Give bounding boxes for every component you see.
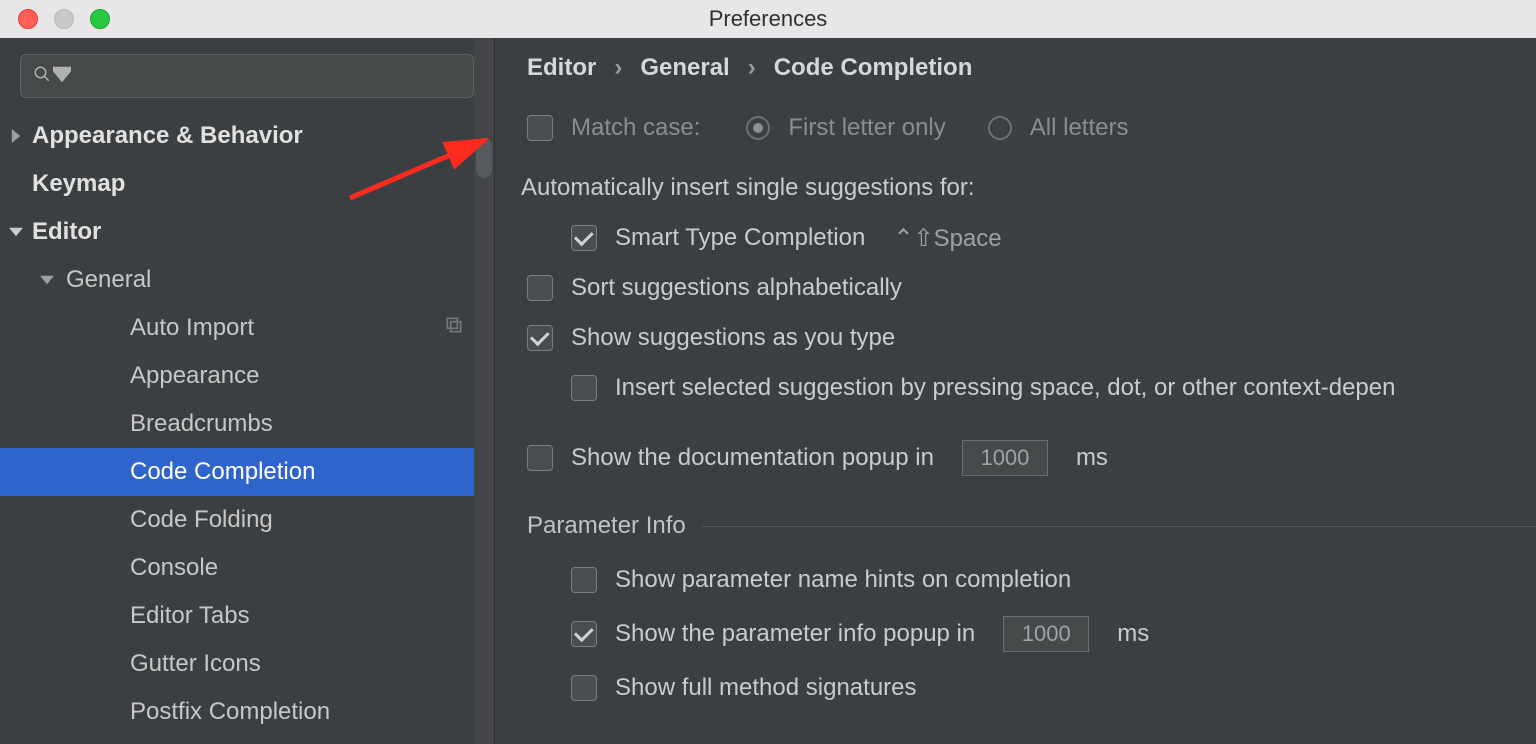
sort-alpha-checkbox[interactable]: [527, 275, 553, 301]
all-letters-radio[interactable]: [988, 116, 1012, 140]
param-popup-checkbox[interactable]: [571, 621, 597, 647]
tree-item-breadcrumbs[interactable]: Breadcrumbs: [0, 400, 494, 448]
tree-label: Breadcrumbs: [130, 410, 273, 438]
option-sort-alpha: Sort suggestions alphabetically: [527, 268, 1536, 308]
chevron-right-icon: ›: [614, 54, 622, 82]
option-show-as-type: Show suggestions as you type: [527, 318, 1536, 358]
smart-type-shortcut: ⌃⇧Space: [893, 224, 1001, 253]
tree-label: Console: [130, 554, 218, 582]
tree-label: Auto Import: [130, 314, 254, 342]
option-doc-popup: Show the documentation popup in 1000 ms: [527, 438, 1536, 478]
param-popup-label-a: Show the parameter info popup in: [615, 620, 975, 648]
show-as-type-checkbox[interactable]: [527, 325, 553, 351]
tree-label: Postfix Completion: [130, 698, 330, 726]
tree-item-code-completion[interactable]: Code Completion: [0, 448, 494, 496]
option-param-hints: Show parameter name hints on completion: [571, 560, 1536, 600]
tree-label: Appearance: [130, 362, 259, 390]
tree-item-console[interactable]: Console: [0, 544, 494, 592]
smart-type-label: Smart Type Completion: [615, 224, 865, 252]
doc-popup-label-a: Show the documentation popup in: [571, 444, 934, 472]
tree-item-code-folding[interactable]: Code Folding: [0, 496, 494, 544]
full-sig-label: Show full method signatures: [615, 674, 917, 702]
tree-item-editor-tabs[interactable]: Editor Tabs: [0, 592, 494, 640]
first-letter-label: First letter only: [788, 114, 945, 142]
tree-item-auto-import[interactable]: Auto Import: [0, 304, 494, 352]
titlebar: Preferences: [0, 0, 1536, 38]
match-case-label: Match case:: [571, 114, 700, 142]
show-as-type-label: Show suggestions as you type: [571, 324, 895, 352]
option-full-sig: Show full method signatures: [571, 668, 1536, 708]
window-title: Preferences: [0, 6, 1536, 32]
option-insert-selected: Insert selected suggestion by pressing s…: [571, 368, 1536, 408]
insert-selected-label: Insert selected suggestion by pressing s…: [615, 374, 1395, 402]
settings-panel: Editor › General › Code Completion Match…: [495, 38, 1536, 744]
search-input[interactable]: [79, 65, 461, 88]
chevron-down-icon: [38, 273, 56, 287]
tree-item-appearance[interactable]: Appearance: [0, 352, 494, 400]
breadcrumb: Editor › General › Code Completion: [527, 54, 1536, 82]
doc-popup-label-b: ms: [1076, 444, 1108, 472]
chevron-right-icon: ›: [748, 54, 756, 82]
doc-popup-checkbox[interactable]: [527, 445, 553, 471]
param-popup-delay-input[interactable]: 1000: [1003, 616, 1089, 652]
tree-item-keymap[interactable]: Keymap: [0, 160, 494, 208]
auto-insert-text: Automatically insert single suggestions …: [521, 174, 975, 202]
smart-type-checkbox[interactable]: [571, 225, 597, 251]
breadcrumb-general[interactable]: General: [640, 54, 729, 82]
divider: [702, 526, 1536, 527]
profile-icon: [444, 314, 464, 342]
match-case-checkbox[interactable]: [527, 115, 553, 141]
sort-alpha-label: Sort suggestions alphabetically: [571, 274, 902, 302]
param-hints-checkbox[interactable]: [571, 567, 597, 593]
first-letter-radio[interactable]: [746, 116, 770, 140]
tree-label: Appearance & Behavior: [32, 122, 303, 150]
chevron-down-icon: [7, 225, 25, 239]
tree-label: Editor Tabs: [130, 602, 250, 630]
sidebar: Appearance & Behavior Keymap Editor Gene…: [0, 38, 495, 744]
search-box[interactable]: [20, 54, 474, 98]
param-hints-label: Show parameter name hints on completion: [615, 566, 1071, 594]
sidebar-scroll-thumb[interactable]: [476, 138, 492, 178]
tree-item-general[interactable]: General: [0, 256, 494, 304]
search-icon: [33, 65, 51, 88]
param-popup-label-b: ms: [1117, 620, 1149, 648]
doc-popup-delay-input[interactable]: 1000: [962, 440, 1048, 476]
tree-label: General: [66, 266, 151, 294]
option-param-popup: Show the parameter info popup in 1000 ms: [571, 614, 1536, 654]
tree-label: Code Completion: [130, 458, 315, 486]
breadcrumb-editor[interactable]: Editor: [527, 54, 596, 82]
chevron-right-icon: [7, 129, 25, 143]
tree-label: Editor: [32, 218, 101, 246]
tree-label: Keymap: [32, 170, 125, 198]
tree-label: Code Folding: [130, 506, 273, 534]
tree-item-gutter-icons[interactable]: Gutter Icons: [0, 640, 494, 688]
settings-tree: Appearance & Behavior Keymap Editor Gene…: [0, 112, 494, 736]
tree-item-editor[interactable]: Editor: [0, 208, 494, 256]
tree-label: Gutter Icons: [130, 650, 261, 678]
full-sig-checkbox[interactable]: [571, 675, 597, 701]
option-smart-type: Smart Type Completion ⌃⇧Space: [571, 218, 1536, 258]
sidebar-scrollbar[interactable]: [474, 38, 494, 744]
tree-item-postfix-completion[interactable]: Postfix Completion: [0, 688, 494, 736]
all-letters-label: All letters: [1030, 114, 1129, 142]
search-history-dropdown-icon[interactable]: [53, 65, 71, 88]
option-match-case: Match case: First letter only All letter…: [527, 108, 1536, 148]
parameter-info-header: Parameter Info: [527, 512, 686, 540]
insert-selected-checkbox[interactable]: [571, 375, 597, 401]
auto-insert-label: Automatically insert single suggestions …: [521, 168, 1536, 208]
content: Appearance & Behavior Keymap Editor Gene…: [0, 38, 1536, 744]
breadcrumb-code-completion: Code Completion: [774, 54, 973, 82]
tree-item-appearance-behavior[interactable]: Appearance & Behavior: [0, 112, 494, 160]
